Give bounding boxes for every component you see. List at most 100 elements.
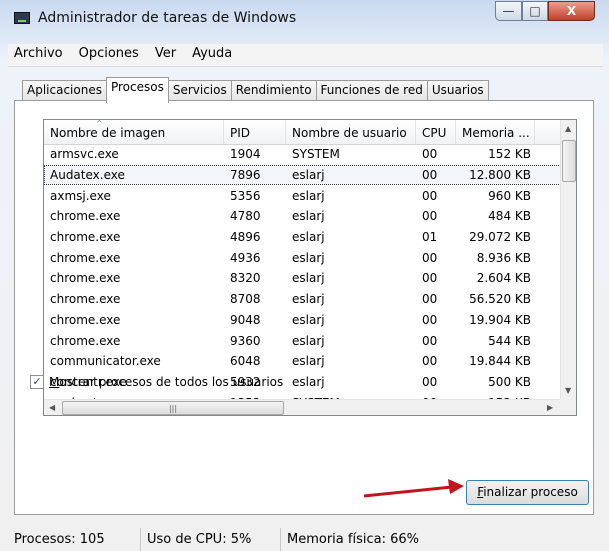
red-arrow-annotation [363, 479, 464, 498]
end-process-button[interactable]: Finalizar proceso [466, 480, 589, 505]
close-button[interactable]: X [548, 1, 595, 21]
scroll-down-icon[interactable]: ▼ [565, 386, 571, 395]
user-name-cell: eslarj [292, 312, 325, 327]
pid-cell: 7896 [230, 168, 261, 183]
processes-panel: ^ Nombre de imagen PID Nombre de usuario… [14, 100, 594, 515]
vertical-scroll-thumb[interactable] [562, 140, 576, 182]
cpu-cell: 00 [422, 168, 438, 183]
maximize-button[interactable]: □ [522, 1, 548, 21]
minimize-button[interactable]: — [495, 1, 522, 21]
cpu-cell: 00 [422, 188, 438, 203]
memory-cell: 19.904 KB [469, 312, 531, 327]
show-all-users-option[interactable]: ✓ Mostrar procesos de todos los usuarios [30, 375, 283, 389]
memory-cell: 29.072 KB [469, 230, 531, 245]
memory-cell: 2.604 KB [476, 271, 531, 286]
memory-cell: 544 KB [488, 333, 531, 348]
table-row[interactable]: chrome.exe 8320 eslarj 00 2.604 KB [44, 268, 561, 289]
task-manager-icon [14, 12, 30, 24]
table-row[interactable]: Audatex.exe 7896 eslarj 00 12.800 KB [44, 164, 561, 186]
tab-strip: Aplicaciones Procesos Servicios Rendimie… [22, 77, 489, 103]
column-header-cpu[interactable]: CPU [416, 120, 456, 144]
user-name-cell: eslarj [292, 230, 325, 245]
image-name-cell: chrome.exe [50, 292, 121, 307]
user-name-cell: eslarj [292, 292, 325, 307]
column-header-memory[interactable]: Memoria ... [456, 120, 535, 144]
image-name-cell: Audatex.exe [50, 168, 125, 183]
menu-ver[interactable]: Ver [149, 44, 186, 66]
user-name-cell: eslarj [292, 354, 325, 369]
table-row[interactable]: communicator.exe 6048 eslarj 00 19.844 KB [44, 351, 561, 372]
memory-cell: 19.844 KB [469, 354, 531, 369]
cpu-cell: 00 [422, 209, 438, 224]
user-name-cell: eslarj [292, 209, 325, 224]
column-headers: ^ Nombre de imagen PID Nombre de usuario… [44, 120, 561, 145]
tab-procesos[interactable]: Procesos [105, 77, 169, 103]
checkmark-icon[interactable]: ✓ [30, 375, 44, 389]
image-name-cell: chrome.exe [50, 230, 121, 245]
column-header-user-name[interactable]: Nombre de usuario [286, 120, 416, 144]
horizontal-scroll-thumb[interactable]: ||| [62, 401, 284, 415]
column-header-image-name[interactable]: ^ Nombre de imagen [44, 120, 224, 144]
status-bar: Procesos: 105 Uso de CPU: 5% Memoria fís… [8, 528, 608, 551]
memory-cell: 56.520 KB [469, 292, 531, 307]
memory-cell: 152 KB [488, 147, 531, 162]
column-header-pid[interactable]: PID [224, 120, 286, 144]
user-name-cell: eslarj [292, 271, 325, 286]
sort-ascending-icon: ^ [96, 120, 103, 128]
image-name-cell: axmsj.exe [50, 188, 111, 203]
cpu-cell: 00 [422, 312, 438, 327]
table-row[interactable]: chrome.exe 9360 eslarj 00 544 KB [44, 330, 561, 351]
cpu-cell: 00 [422, 354, 438, 369]
image-name-cell: chrome.exe [50, 209, 121, 224]
memory-cell: 484 KB [488, 209, 531, 224]
menu-opciones[interactable]: Opciones [73, 44, 149, 66]
task-manager-window: Administrador de tareas de Windows — □ X… [0, 0, 609, 551]
user-name-cell: eslarj [292, 374, 325, 389]
pid-cell: 1904 [230, 147, 261, 162]
image-name-cell: chrome.exe [50, 312, 121, 327]
status-physical-memory: Memoria física: 66% [287, 532, 419, 547]
menu-archivo[interactable]: Archivo [8, 44, 73, 66]
pid-cell: 5356 [230, 188, 261, 203]
memory-cell: 12.800 KB [469, 168, 531, 183]
table-row[interactable]: chrome.exe 8708 eslarj 00 56.520 KB [44, 289, 561, 310]
pid-cell: 9048 [230, 312, 261, 327]
table-row[interactable]: axmsj.exe 5356 eslarj 00 960 KB [44, 185, 561, 206]
cpu-cell: 00 [422, 271, 438, 286]
menu-bar: Archivo Opciones Ver Ayuda [8, 44, 603, 67]
table-row[interactable]: armsvc.exe 1904 SYSTEM 00 152 KB [44, 144, 561, 165]
image-name-cell: chrome.exe [50, 333, 121, 348]
user-name-cell: eslarj [292, 188, 325, 203]
pid-cell: 4780 [230, 209, 261, 224]
table-row[interactable]: chrome.exe 9048 eslarj 00 19.904 KB [44, 310, 561, 331]
image-name-cell: chrome.exe [50, 271, 121, 286]
cpu-cell: 00 [422, 147, 438, 162]
process-list[interactable]: ^ Nombre de imagen PID Nombre de usuario… [43, 119, 577, 416]
title-bar[interactable]: Administrador de tareas de Windows — □ X [0, 0, 609, 40]
show-all-users-label: Mostrar procesos de todos los usuarios [49, 375, 284, 389]
pid-cell: 8320 [230, 271, 261, 286]
table-row[interactable]: chrome.exe 4936 eslarj 00 8.936 KB [44, 247, 561, 268]
memory-cell: 8.936 KB [476, 250, 531, 265]
scroll-right-icon[interactable]: ▶ [547, 403, 553, 412]
scroll-left-icon[interactable]: ◀ [49, 403, 55, 412]
scrollbar-corner [560, 399, 576, 415]
cpu-cell: 00 [422, 333, 438, 348]
pid-cell: 6048 [230, 354, 261, 369]
scroll-up-icon[interactable]: ▲ [565, 124, 571, 133]
pid-cell: 9360 [230, 333, 261, 348]
pid-cell: 4896 [230, 230, 261, 245]
window-title: Administrador de tareas de Windows [38, 10, 297, 26]
horizontal-scrollbar[interactable]: ◀ ||| ▶ [44, 399, 560, 415]
table-row[interactable]: chrome.exe 4780 eslarj 00 484 KB [44, 206, 561, 227]
user-name-cell: SYSTEM [292, 147, 340, 162]
pid-cell: 4936 [230, 250, 261, 265]
menu-ayuda[interactable]: Ayuda [186, 44, 242, 66]
column-label: Nombre de imagen [50, 126, 166, 140]
pid-cell: 8708 [230, 292, 261, 307]
vertical-scrollbar[interactable]: ▲ ▼ [560, 120, 576, 399]
image-name-cell: chrome.exe [50, 250, 121, 265]
cpu-cell: 00 [422, 374, 438, 389]
table-row[interactable]: chrome.exe 4896 eslarj 01 29.072 KB [44, 227, 561, 248]
user-name-cell: eslarj [292, 250, 325, 265]
